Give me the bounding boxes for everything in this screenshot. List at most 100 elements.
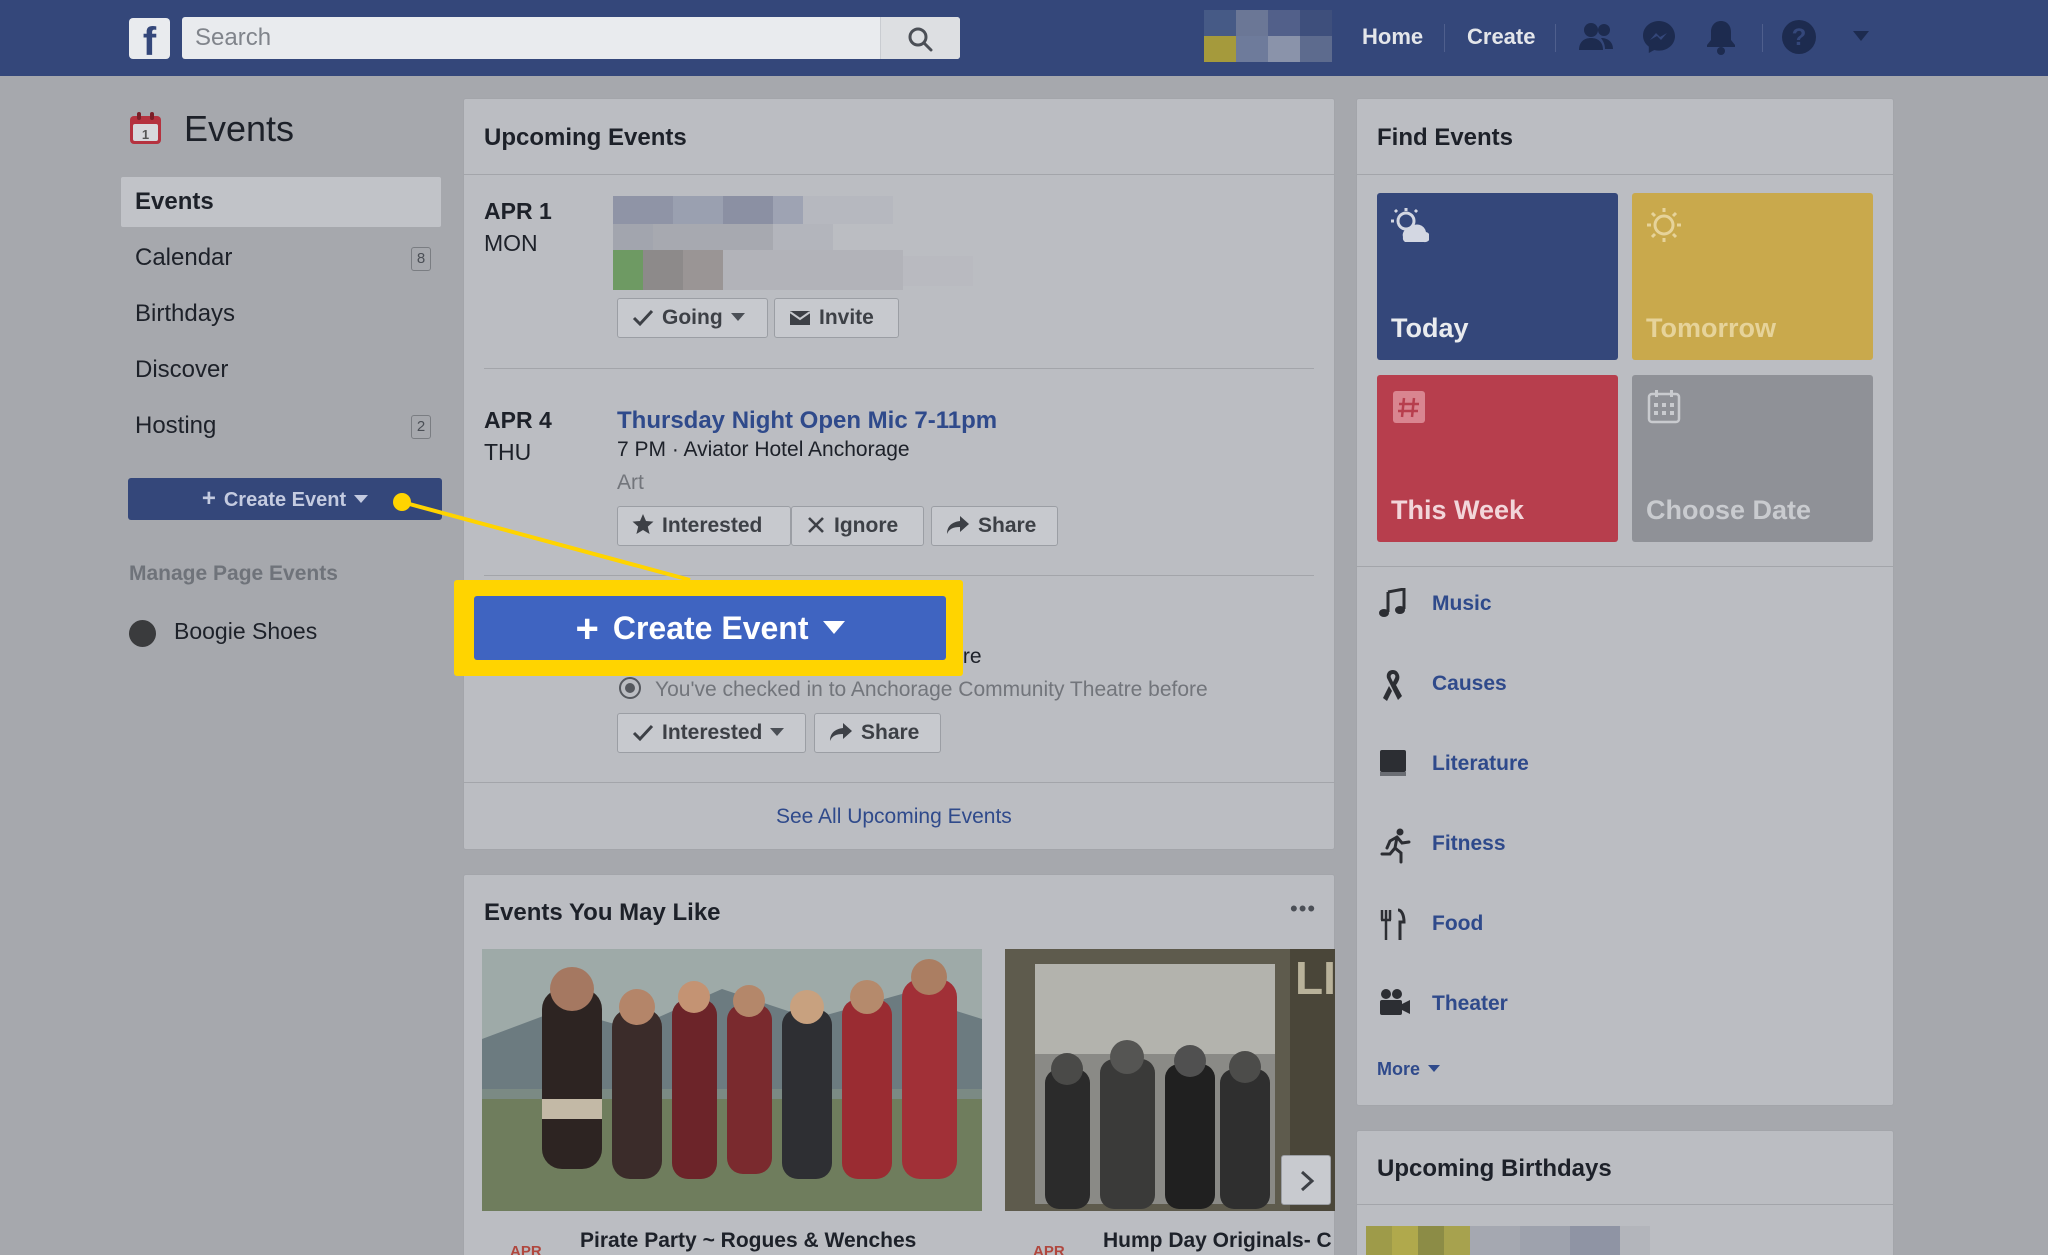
chevron-right-icon [1300,1170,1315,1192]
ignore-label: Ignore [834,514,899,537]
category-food[interactable]: Food [1378,906,1678,946]
share-button[interactable]: Share [814,713,941,753]
category-label: Food [1432,912,1484,935]
nav-divider [1444,24,1445,52]
plus-icon: + [575,607,599,651]
find-events-title: Find Events [1377,124,1514,151]
create-event-button[interactable]: + Create Event [128,478,442,520]
sidebar-item-hosting[interactable]: Hosting 2 [121,401,441,451]
category-theater[interactable]: Theater [1378,986,1678,1026]
running-icon [1380,828,1411,864]
svg-text:1: 1 [142,127,149,142]
count-badge: 2 [411,415,431,439]
blurred-birthday-avatars [1366,1226,1650,1255]
event-title-link[interactable]: Thursday Night Open Mic 7-11pm [617,407,997,435]
create-link[interactable]: Create [1467,24,1535,50]
sidebar-item-calendar[interactable]: Calendar 8 [121,233,441,283]
category-label: Literature [1432,752,1529,775]
event-weekday: THU [484,439,532,465]
check-icon [632,724,654,742]
envelope-icon [789,311,811,325]
chevron-down-icon [730,313,745,321]
divider [464,782,1334,783]
search-input[interactable] [182,17,882,59]
sidebar-item-birthdays[interactable]: Birthdays [121,289,441,339]
page-name: Boogie Shoes [174,618,318,644]
see-all-upcoming-link[interactable]: See All Upcoming Events [776,805,1012,829]
help-icon[interactable]: ? [1780,18,1818,56]
divider [1357,566,1893,567]
create-event-label: Create Event [223,489,347,511]
tile-label: This Week [1391,495,1525,525]
going-label: Going [662,306,723,329]
category-literature[interactable]: Literature [1378,746,1678,786]
divider [484,368,1314,369]
chevron-down-icon [1428,1065,1441,1072]
tile-today[interactable]: Today [1377,193,1618,360]
upcoming-events-title: Upcoming Events [484,124,687,151]
share-button[interactable]: Share [931,506,1058,546]
account-menu-icon[interactable] [1852,30,1870,42]
more-options-icon[interactable]: ••• [1290,896,1316,922]
tile-choose-date[interactable]: Choose Date [1632,375,1873,542]
facebook-logo[interactable]: f [129,18,170,59]
sun-icon [1647,208,1681,242]
event-card-title[interactable]: Hump Day Originals- C [1103,1229,1332,1253]
divider [484,575,1314,576]
next-arrow-button[interactable] [1281,1155,1331,1205]
hash-calendar-icon [1393,391,1425,423]
event-date: APR 1 [484,198,552,224]
more-categories-link[interactable]: More [1377,1059,1441,1080]
close-icon [808,517,824,533]
checkin-icon [619,677,641,699]
interested-dropdown-button[interactable]: Interested [617,713,806,753]
notifications-icon[interactable] [1703,18,1739,56]
music-note-icon [1379,588,1406,617]
blurred-event-details [613,196,993,297]
event-weekday: MON [484,230,538,256]
nav-divider [1555,24,1556,52]
messenger-icon[interactable] [1640,18,1678,56]
ignore-button[interactable]: Ignore [791,506,924,546]
event-date: APR 4 [484,407,552,433]
nav-divider [1762,24,1763,52]
friends-icon[interactable] [1577,18,1615,56]
tile-tomorrow[interactable]: Tomorrow [1632,193,1873,360]
home-link[interactable]: Home [1362,24,1423,50]
event-photo-pirate-party[interactable] [482,949,982,1211]
divider [464,174,1334,175]
page-title: Events [184,108,295,149]
chevron-down-icon [770,728,785,736]
plus-icon: + [201,485,216,512]
create-event-button-highlighted[interactable]: + Create Event [474,596,946,660]
category-label: Fitness [1432,832,1506,855]
going-button[interactable]: Going [617,298,768,338]
events-you-may-like-title: Events You May Like [484,899,721,926]
tile-this-week[interactable]: This Week [1377,375,1618,542]
sidebar-item-events[interactable]: Events [121,177,441,227]
tile-label: Tomorrow [1646,313,1776,343]
invite-label: Invite [819,306,874,329]
category-fitness[interactable]: Fitness [1378,826,1678,866]
calendar-icon: 1 [130,112,161,144]
category-causes[interactable]: Causes [1378,666,1678,706]
profile-avatar-blurred[interactable] [1204,10,1332,62]
svg-text:?: ? [1792,24,1807,51]
category-music[interactable]: Music [1378,586,1678,626]
invite-button[interactable]: Invite [774,298,899,338]
sidebar-item-label: Events [135,188,214,215]
interested-button[interactable]: Interested [617,506,791,546]
search-icon [908,27,933,52]
tile-label: Choose Date [1646,495,1812,525]
upcoming-birthdays-title: Upcoming Birthdays [1377,1155,1612,1182]
camera-icon [1380,989,1410,1015]
weather-icon [1391,208,1429,243]
search-button[interactable] [880,17,960,59]
interested-label: Interested [662,514,763,537]
check-icon [632,309,654,327]
event-card-title[interactable]: Pirate Party ~ Rogues & Wenches [580,1229,916,1253]
sidebar-item-discover[interactable]: Discover [121,345,441,395]
top-navigation-bar: f Home Create ? [0,0,2048,76]
banner-text: LI [1295,952,1335,1004]
share-label: Share [861,721,920,744]
